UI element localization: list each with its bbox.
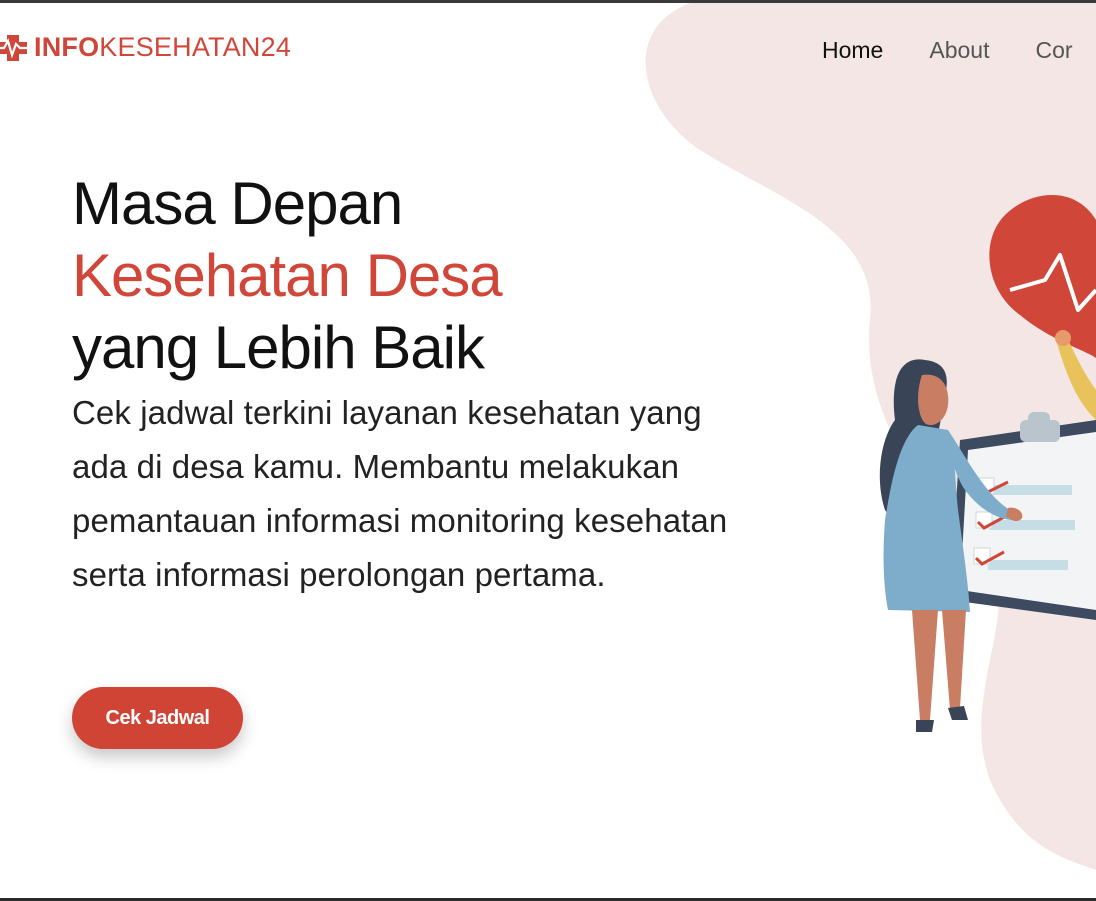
nav-item-home[interactable]: Home bbox=[822, 37, 883, 64]
nav-item-contact[interactable]: Cor bbox=[1035, 37, 1072, 64]
window-top-border bbox=[0, 0, 1096, 3]
main-nav: Home About Cor bbox=[822, 37, 1096, 64]
doctor-with-clipboard-and-heart-illustration bbox=[879, 195, 1096, 732]
cek-jadwal-button[interactable]: Cek Jadwal bbox=[72, 687, 243, 749]
clipboard-icon bbox=[950, 412, 1096, 620]
navbar: INFOKESEHATAN24 Home About Cor bbox=[0, 22, 1096, 82]
hero-title-line-1: Masa Depan bbox=[72, 170, 403, 237]
hero-title-line-3: yang Lebih Baik bbox=[72, 314, 485, 381]
hero-description: Cek jadwal terkini layanan kesehatan yan… bbox=[72, 394, 728, 593]
brand-name-light: KESEHATAN24 bbox=[99, 32, 292, 62]
heartbeat-cross-icon bbox=[0, 34, 34, 61]
hero-section: Masa Depan Kesehatan Desa yang Lebih Bai… bbox=[72, 168, 732, 602]
brand-name-bold: INFO bbox=[34, 32, 100, 62]
hero-title: Masa Depan Kesehatan Desa yang Lebih Bai… bbox=[72, 168, 732, 384]
brand-logo[interactable]: INFOKESEHATAN24 bbox=[0, 32, 291, 63]
hero-title-line-2: Kesehatan Desa bbox=[72, 242, 503, 309]
nav-item-about[interactable]: About bbox=[929, 37, 989, 64]
heart-icon bbox=[989, 195, 1096, 358]
